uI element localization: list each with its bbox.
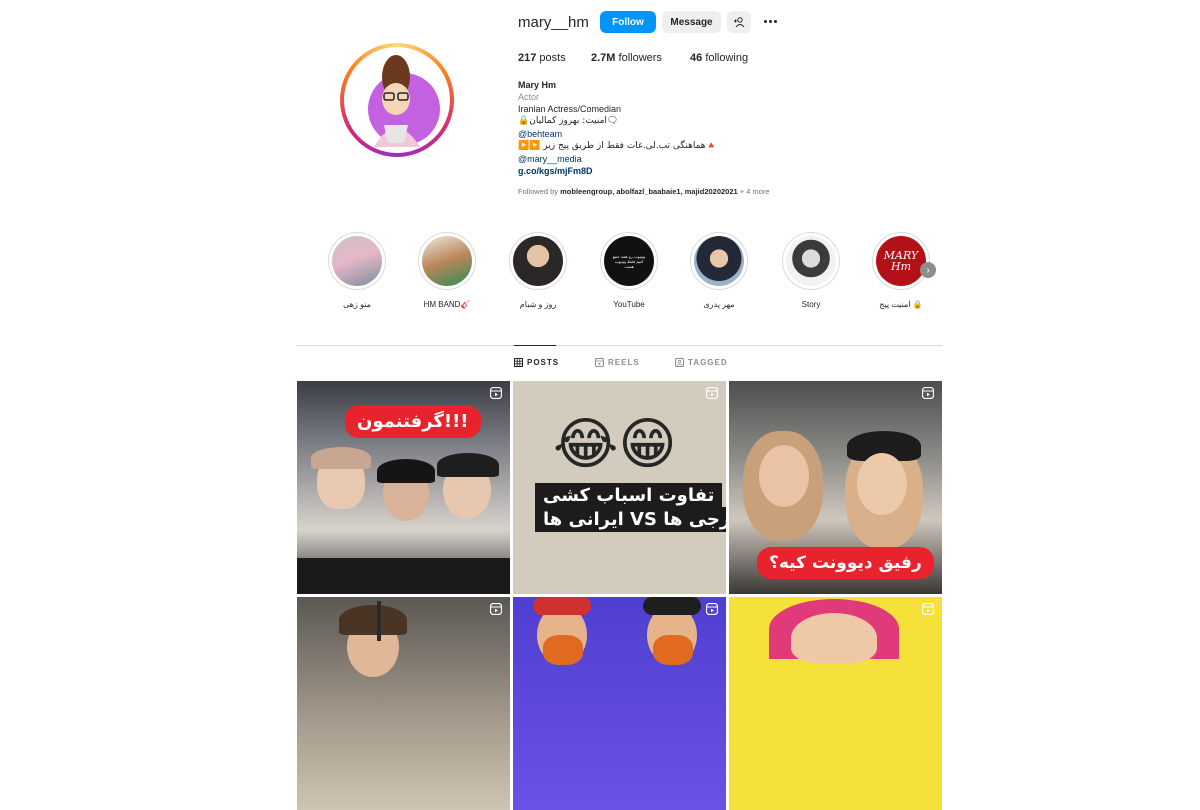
following-label: following (705, 52, 749, 64)
highlight-cover (694, 236, 744, 286)
post-tile[interactable]: رفیق دیوونت کیه؟ (729, 381, 942, 594)
post-tile[interactable] (513, 597, 726, 810)
reel-icon (706, 603, 718, 615)
highlight-cover (786, 236, 836, 286)
highlight-cover (332, 236, 382, 286)
post-tile[interactable]: گرفتنمون!!! (297, 381, 510, 594)
post-image-figure (543, 635, 583, 665)
post-image-figure (311, 447, 371, 469)
following-count: 46 (690, 52, 703, 64)
highlight-label: Story (801, 300, 821, 309)
posts-count: 217 (518, 52, 537, 64)
reels-icon (595, 358, 604, 367)
reel-icon (490, 603, 502, 615)
grid-icon (514, 358, 523, 367)
post-image-figure (533, 597, 591, 615)
post-image-figure (437, 453, 499, 477)
highlight-label: امنیت پیج 🔒 (879, 300, 923, 309)
highlight-label: منو زهی (343, 300, 371, 309)
bio-name: Mary Hm (518, 80, 557, 90)
bio-website-link[interactable]: g.co/kgs/mjFm8D (518, 166, 593, 176)
highlight-cover-text: یوتیوب رو همه جمع کنیم فقط یوتیوب هست (612, 253, 646, 269)
tab-label: REELS (608, 358, 640, 367)
post-tile[interactable]: 😂😁 تفاوت اسباب کشی ایرانی ها VS خارجی ها (513, 381, 726, 594)
post-caption: گرفتنمون!!! (345, 405, 481, 438)
followers-stat[interactable]: 2.7M followers (591, 52, 662, 64)
bio-mention-link[interactable]: @behteam (518, 129, 562, 139)
highlight-label: مهر پدری (703, 300, 735, 309)
followers-count: 2.7M (591, 52, 616, 64)
avatar-image (344, 47, 450, 153)
post-image-figure (377, 459, 435, 483)
highlight-cover (422, 236, 472, 286)
post-emoji: 😂😁 (553, 412, 677, 477)
post-image-figure (857, 453, 907, 515)
post-tile[interactable] (729, 597, 942, 810)
bio-line: Iranian Actress/Comedian (518, 104, 622, 114)
post-image-bar (297, 558, 510, 594)
followed-by-more: + 4 more (739, 187, 770, 196)
tab-label: POSTS (527, 358, 560, 367)
highlight-label: HM BAND🎸 (423, 300, 471, 309)
tabs-divider (296, 345, 942, 346)
reel-icon (490, 387, 502, 399)
following-stat[interactable]: 46 following (690, 52, 748, 64)
follow-button[interactable]: Follow (600, 11, 656, 33)
posts-label: posts (539, 52, 566, 64)
reel-icon (922, 387, 934, 399)
tagged-icon (675, 358, 684, 367)
post-image-figure (653, 635, 693, 665)
followed-by-prefix: Followed by (518, 187, 559, 196)
highlight-cover-text: MARY Hm (883, 249, 919, 273)
suggested-accounts-button[interactable] (727, 11, 751, 33)
post-image-figure (759, 445, 809, 507)
highlight-label: روز و شبام (519, 300, 557, 309)
highlight-cover (513, 236, 563, 286)
post-caption: رفیق دیوونت کیه؟ (757, 547, 934, 579)
message-button[interactable]: Message (662, 11, 721, 33)
story-highlight[interactable]: یوتیوب رو همه جمع کنیم فقط یوتیوب هست Yo… (589, 232, 669, 309)
post-caption: ایرانی ها VS خارجی ها (535, 507, 726, 532)
story-highlight[interactable]: HM BAND🎸 (407, 232, 487, 309)
profile-avatar[interactable] (340, 43, 454, 157)
highlight-cover: MARY Hm (876, 236, 926, 286)
followed-by-names: mobleengroup, abolfazl_baabaie1, majid20… (560, 187, 738, 196)
posts-stat: 217 posts (518, 52, 566, 64)
bio-category: Actor (518, 92, 540, 102)
post-caption: تفاوت اسباب کشی (535, 483, 723, 508)
post-image-figure (643, 597, 701, 615)
followers-label: followers (618, 52, 662, 64)
tab-label: TAGGED (688, 358, 728, 367)
post-image-figure (377, 601, 381, 641)
story-highlight[interactable]: روز و شبام (498, 232, 578, 309)
reel-icon (706, 387, 718, 399)
bio-line: 🔒امنیت: بهروز کمالیان🗨 (518, 116, 619, 126)
story-highlight[interactable]: Story (771, 232, 851, 309)
chevron-right-icon[interactable]: › (920, 262, 936, 278)
bio-line: ▶️▶️ هماهنگی تب.لی.غات فقط از طریق پیج ز… (518, 141, 717, 151)
story-highlight[interactable]: مهر پدری (679, 232, 759, 309)
username: mary__hm (518, 14, 589, 31)
more-options-icon[interactable] (761, 12, 779, 30)
highlight-cover: یوتیوب رو همه جمع کنیم فقط یوتیوب هست (604, 236, 654, 286)
story-highlight[interactable]: منو زهی (317, 232, 397, 309)
tab-posts[interactable]: POSTS (514, 358, 559, 367)
tab-reels[interactable]: REELS (595, 358, 640, 367)
bio-mention-link[interactable]: @mary__media (518, 154, 582, 164)
highlight-label: YouTube (613, 300, 645, 309)
active-tab-indicator (514, 345, 556, 346)
add-person-icon (734, 17, 745, 28)
post-tile[interactable] (297, 597, 510, 810)
post-image-figure (791, 613, 877, 663)
post-image-figure (339, 605, 407, 635)
reel-icon (922, 603, 934, 615)
tab-tagged[interactable]: TAGGED (675, 358, 728, 367)
followed-by[interactable]: Followed by mobleengroup, abolfazl_baaba… (518, 187, 770, 196)
